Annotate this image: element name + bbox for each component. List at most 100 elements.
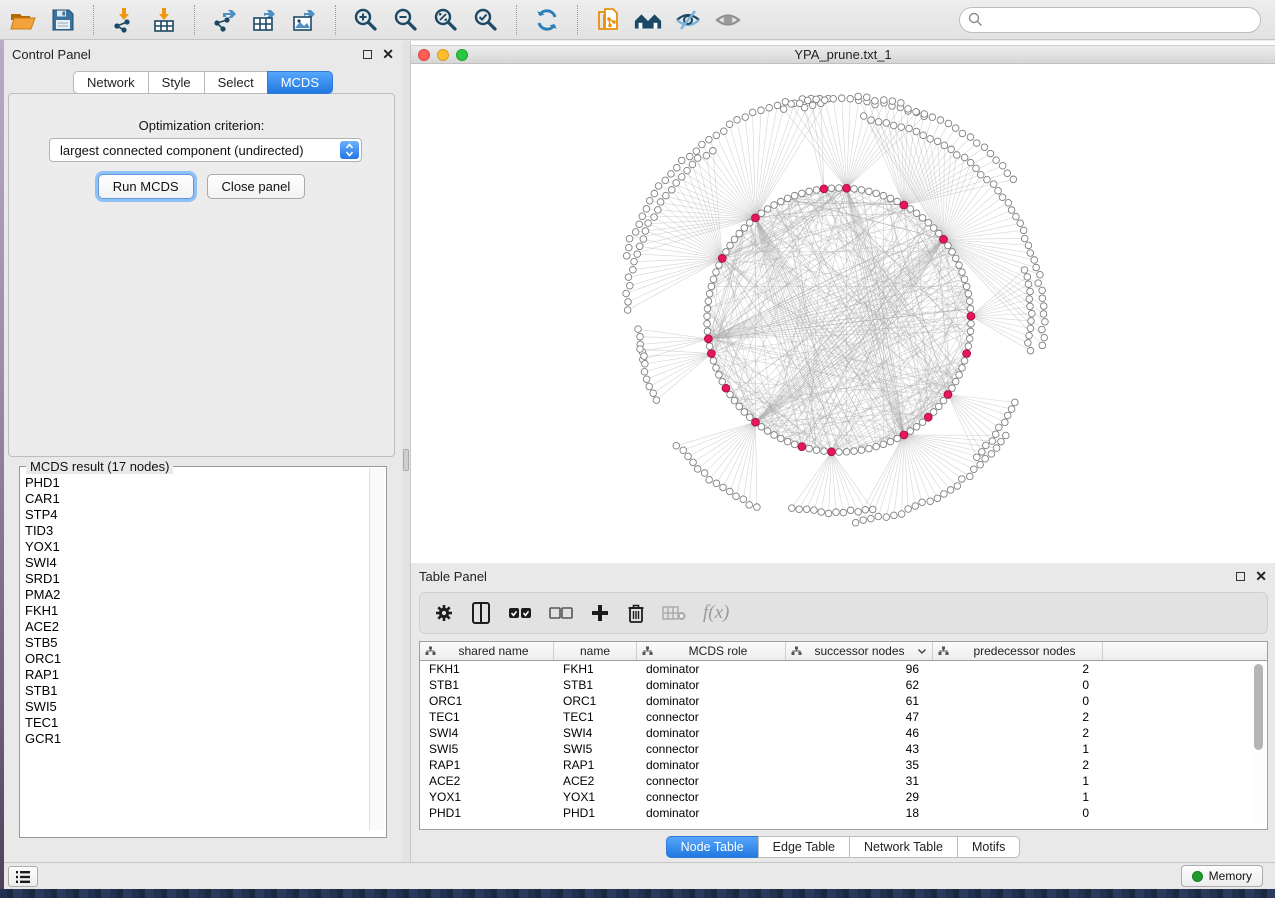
column-settings-gear-icon[interactable]	[434, 603, 454, 623]
mcds-result-item[interactable]: GCR1	[25, 731, 367, 747]
network-window-titlebar[interactable]: YPA_prune.txt_1	[411, 45, 1275, 64]
mcds-node[interactable]	[828, 448, 836, 456]
open-file-icon[interactable]	[8, 5, 38, 35]
network-node[interactable]	[956, 372, 963, 379]
network-node[interactable]	[741, 225, 748, 232]
network-node[interactable]	[894, 198, 901, 205]
mcds-result-item[interactable]: STB5	[25, 635, 367, 651]
leaf-node[interactable]	[898, 511, 905, 518]
leaf-node[interactable]	[973, 454, 980, 461]
memory-button[interactable]: Memory	[1181, 865, 1263, 887]
leaf-node[interactable]	[1027, 347, 1034, 354]
tab-style[interactable]: Style	[148, 71, 204, 94]
network-node[interactable]	[731, 236, 738, 243]
network-node[interactable]	[894, 435, 901, 442]
leaf-node[interactable]	[693, 148, 700, 155]
mcds-node[interactable]	[704, 335, 712, 343]
mcds-result-item[interactable]: SWI5	[25, 699, 367, 715]
network-node[interactable]	[959, 365, 966, 372]
mcds-node[interactable]	[944, 391, 952, 399]
mcds-node[interactable]	[718, 254, 726, 262]
network-node[interactable]	[727, 391, 734, 398]
leaf-node[interactable]	[920, 132, 927, 139]
leaf-node[interactable]	[686, 153, 693, 160]
leaf-node[interactable]	[934, 495, 941, 502]
network-node[interactable]	[713, 269, 720, 276]
tab-network-table[interactable]: Network Table	[849, 836, 957, 858]
network-node[interactable]	[956, 262, 963, 269]
leaf-node[interactable]	[1017, 220, 1024, 227]
network-node[interactable]	[866, 445, 873, 452]
network-node[interactable]	[771, 202, 778, 209]
leaf-node[interactable]	[746, 502, 753, 509]
table-cell[interactable]: 96	[786, 662, 933, 676]
mcds-result-item[interactable]: CAR1	[25, 491, 367, 507]
delete-column-trash-icon[interactable]	[627, 603, 645, 624]
leaf-node[interactable]	[631, 258, 638, 265]
network-node[interactable]	[799, 190, 806, 197]
leaf-node[interactable]	[1012, 399, 1019, 406]
leaf-node[interactable]	[840, 509, 847, 516]
mcds-result-item[interactable]: STP4	[25, 507, 367, 523]
leaf-node[interactable]	[1039, 326, 1046, 333]
leaf-node[interactable]	[995, 187, 1002, 194]
table-cell[interactable]: 35	[786, 758, 933, 772]
leaf-node[interactable]	[673, 180, 680, 187]
leaf-node[interactable]	[646, 197, 653, 204]
mcds-node[interactable]	[963, 350, 971, 358]
leaf-node[interactable]	[1039, 295, 1046, 302]
mcds-node[interactable]	[820, 185, 828, 193]
leaf-node[interactable]	[996, 424, 1003, 431]
leaf-node[interactable]	[830, 95, 837, 102]
leaf-node[interactable]	[999, 194, 1006, 201]
table-cell[interactable]: 2	[933, 758, 1103, 772]
network-node[interactable]	[784, 438, 791, 445]
network-node[interactable]	[930, 225, 937, 232]
leaf-node[interactable]	[642, 228, 649, 235]
mcds-result-item[interactable]: RAP1	[25, 667, 367, 683]
leaf-node[interactable]	[713, 480, 720, 487]
leaf-node[interactable]	[977, 461, 984, 468]
network-node[interactable]	[828, 185, 835, 192]
network-node[interactable]	[961, 357, 968, 364]
leaf-node[interactable]	[913, 128, 920, 135]
leaf-node[interactable]	[788, 101, 795, 108]
network-node[interactable]	[821, 448, 828, 455]
table-row[interactable]: PHD1PHD1dominator180	[420, 805, 1267, 821]
table-cell[interactable]: dominator	[637, 678, 786, 692]
table-cell[interactable]: 31	[786, 774, 933, 788]
mcds-result-item[interactable]: TID3	[25, 523, 367, 539]
leaf-node[interactable]	[651, 214, 658, 221]
network-node[interactable]	[719, 378, 726, 385]
leaf-node[interactable]	[1042, 318, 1049, 325]
table-cell[interactable]: ORC1	[554, 694, 637, 708]
leaf-node[interactable]	[919, 499, 926, 506]
leaf-node[interactable]	[645, 220, 652, 227]
apply-layout-icon[interactable]	[532, 5, 562, 35]
network-node[interactable]	[777, 198, 784, 205]
table-cell[interactable]: 46	[786, 726, 933, 740]
leaf-node[interactable]	[998, 438, 1005, 445]
table-cell[interactable]: 2	[933, 726, 1103, 740]
network-node[interactable]	[813, 447, 820, 454]
select-all-icon[interactable]	[508, 606, 532, 620]
leaf-node[interactable]	[898, 124, 905, 131]
leaf-node[interactable]	[641, 368, 648, 375]
leaf-node[interactable]	[1021, 235, 1028, 242]
network-node[interactable]	[708, 283, 715, 290]
tab-mcds[interactable]: MCDS	[267, 71, 333, 94]
leaf-node[interactable]	[1037, 271, 1044, 278]
leaf-node[interactable]	[653, 397, 660, 404]
leaf-node[interactable]	[766, 104, 773, 111]
table-row[interactable]: RAP1RAP1dominator352	[420, 757, 1267, 773]
table-cell[interactable]: PHD1	[420, 806, 554, 820]
leaf-node[interactable]	[713, 132, 720, 139]
mcds-node[interactable]	[900, 201, 908, 209]
network-node[interactable]	[851, 186, 858, 193]
table-cell[interactable]: FKH1	[554, 662, 637, 676]
leaf-node[interactable]	[780, 106, 787, 113]
table-cell[interactable]: dominator	[637, 806, 786, 820]
leaf-node[interactable]	[680, 447, 687, 454]
leaf-node[interactable]	[625, 299, 632, 306]
network-node[interactable]	[949, 249, 956, 256]
